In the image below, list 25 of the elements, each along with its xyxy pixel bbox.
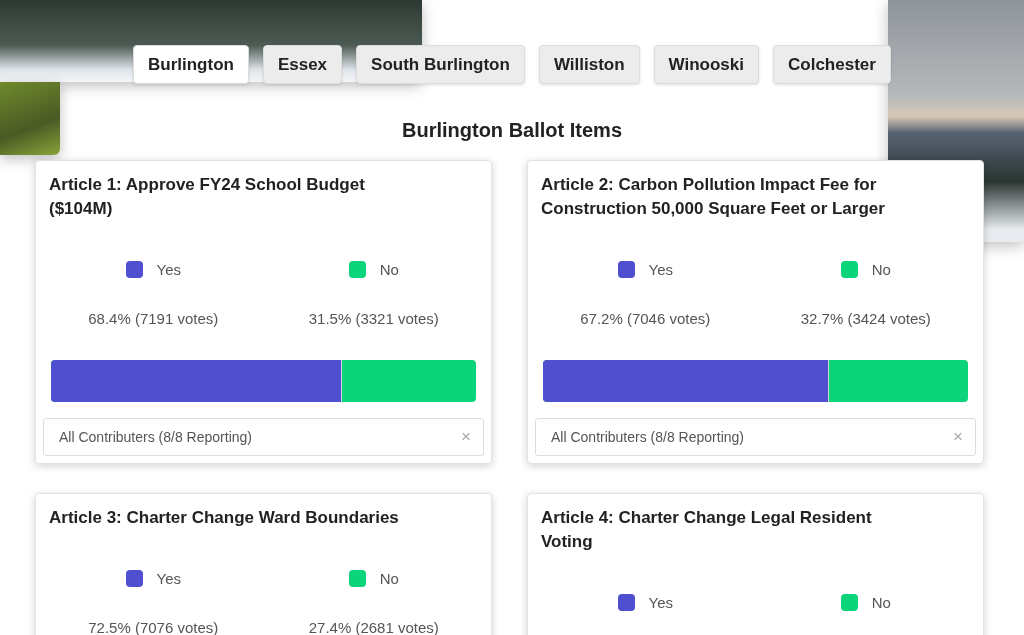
legend-label: Yes <box>648 593 673 611</box>
filter-field[interactable]: All Contributers (8/8 Reporting) × <box>43 418 484 456</box>
article-title: Article 1: Approve FY24 School Budget ($104M) <box>49 174 366 220</box>
filter-field[interactable]: All Contributers (8/8 Reporting) × <box>535 418 976 456</box>
legend-label: No <box>379 260 399 278</box>
vote-result: 68.4% (7191 votes) <box>87 309 220 329</box>
tab[interactable]: Colchester <box>773 45 891 84</box>
article-title: Article 4: Charter Change Legal Resident Voting <box>541 507 873 553</box>
vote-result: 32.7% (3424 votes) <box>799 309 932 329</box>
tab[interactable]: South Burlington <box>356 45 525 84</box>
legend-label: No <box>871 260 891 278</box>
legend-label: Yes <box>648 260 673 278</box>
vote-result: 31.5% (3321 votes) <box>307 309 440 329</box>
legend-label: No <box>379 569 399 587</box>
tab[interactable]: Williston <box>538 45 640 84</box>
article-title: Article 3: Charter Change Ward Boundaries <box>49 507 400 529</box>
legend-label: Yes <box>156 260 181 278</box>
tab[interactable]: Winooski <box>653 45 759 84</box>
vote-result: 67.2% (7046 votes) <box>579 309 712 329</box>
tab[interactable]: Burlington <box>133 45 249 84</box>
legend-label: No <box>871 593 891 611</box>
section-title: Burlington Ballot Items <box>401 118 623 143</box>
tab[interactable]: Essex <box>262 45 343 84</box>
legend-label: Yes <box>156 569 181 587</box>
article-title: Article 2: Carbon Pollution Impact Fee for Construction 50,000 Square Feet or Larger <box>541 174 886 220</box>
